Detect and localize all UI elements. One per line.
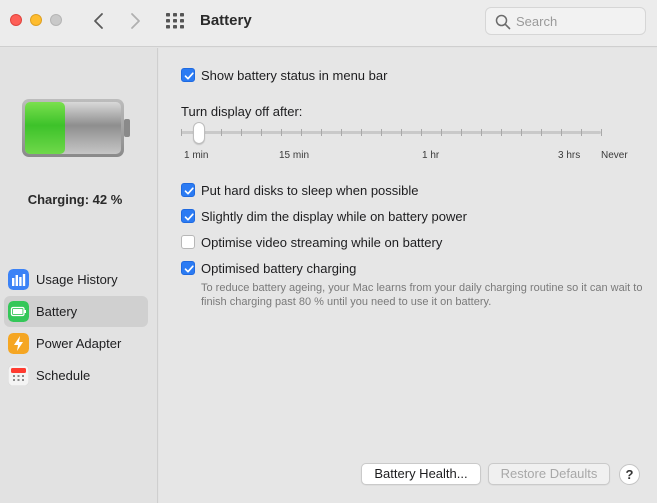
slider-tick xyxy=(261,129,262,136)
battery-icon xyxy=(8,301,29,322)
title-bar: Battery Search xyxy=(0,0,657,47)
sidebar-item-label: Usage History xyxy=(36,272,118,287)
bar-chart-icon xyxy=(8,269,29,290)
minimize-button[interactable] xyxy=(30,14,42,26)
window-title: Battery xyxy=(200,12,252,29)
slider-track xyxy=(181,131,601,134)
back-button[interactable] xyxy=(89,11,109,31)
tick-label-15-min: 15 min xyxy=(279,150,310,161)
optimised-charging-checkbox[interactable] xyxy=(181,261,195,275)
video-streaming-checkbox[interactable] xyxy=(181,235,195,249)
forward-button[interactable] xyxy=(125,11,145,31)
checkmark-icon xyxy=(184,265,194,273)
slider-tick xyxy=(441,129,442,136)
battery-settings-pane: Show battery status in menu bar Turn dis… xyxy=(159,48,657,503)
search-placeholder: Search xyxy=(516,14,558,29)
sidebar-item-label: Battery xyxy=(36,304,78,319)
show-status-label: Show battery status in menu bar xyxy=(201,68,388,83)
video-streaming-label: Optimise video streaming while on batter… xyxy=(201,235,443,250)
disk-sleep-label: Put hard disks to sleep when possible xyxy=(201,183,419,198)
chevron-left-icon xyxy=(94,13,103,29)
slider-tick xyxy=(301,129,302,136)
checkmark-icon xyxy=(184,187,194,195)
checkmark-icon xyxy=(184,72,194,80)
dim-display-checkbox[interactable] xyxy=(181,209,195,223)
battery-health-button[interactable]: Battery Health... xyxy=(361,463,481,485)
search-field[interactable]: Search xyxy=(485,7,646,35)
charging-status: Charging: 42 % xyxy=(27,192,123,207)
battery-level-graphic xyxy=(22,99,130,157)
slider-tick xyxy=(481,129,482,136)
slider-tick xyxy=(241,129,242,136)
sidebar-item-battery[interactable]: Battery xyxy=(4,296,148,327)
slider-tick xyxy=(421,129,422,136)
slider-tick xyxy=(181,129,182,136)
restore-defaults-button[interactable]: Restore Defaults xyxy=(488,463,610,485)
grid-icon xyxy=(166,13,184,29)
optimised-charging-label: Optimised battery charging xyxy=(201,261,357,276)
show-status-checkbox[interactable] xyxy=(181,68,195,82)
preferences-window: Battery Search Charging: 42 % Usage Hist… xyxy=(0,0,657,503)
sidebar: Charging: 42 % Usage History Battery Pow… xyxy=(0,48,158,503)
sidebar-item-power-adapter[interactable]: Power Adapter xyxy=(4,328,148,359)
tick-label-1-hr: 1 hr xyxy=(422,150,440,161)
slider-tick xyxy=(401,129,402,136)
tick-label-3-hrs: 3 hrs xyxy=(558,150,581,161)
search-icon xyxy=(495,14,511,30)
slider-tick xyxy=(521,129,522,136)
slider-tick xyxy=(581,129,582,136)
help-button[interactable]: ? xyxy=(619,464,640,485)
slider-tick xyxy=(321,129,322,136)
slider-tick xyxy=(561,129,562,136)
slider-tick xyxy=(361,129,362,136)
calendar-icon xyxy=(8,365,29,386)
slider-tick xyxy=(281,129,282,136)
slider-tick xyxy=(221,129,222,136)
tick-label-never: Never xyxy=(601,150,628,161)
display-off-label: Turn display off after: xyxy=(181,104,303,119)
disk-sleep-checkbox[interactable] xyxy=(181,183,195,197)
slider-tick xyxy=(501,129,502,136)
sidebar-item-schedule[interactable]: Schedule xyxy=(4,360,148,391)
slider-tick xyxy=(381,129,382,136)
close-button[interactable] xyxy=(10,14,22,26)
slider-tick xyxy=(601,129,602,136)
show-all-button[interactable] xyxy=(166,13,184,29)
zoom-button[interactable] xyxy=(50,14,62,26)
checkmark-icon xyxy=(184,213,194,221)
tick-label-1-min: 1 min xyxy=(184,150,209,161)
slider-tick xyxy=(341,129,342,136)
sidebar-item-usage-history[interactable]: Usage History xyxy=(4,264,148,295)
slider-knob[interactable] xyxy=(193,122,205,144)
sidebar-item-label: Schedule xyxy=(36,368,91,383)
slider-tick xyxy=(461,129,462,136)
dim-display-label: Slightly dim the display while on batter… xyxy=(201,209,467,224)
sidebar-item-label: Power Adapter xyxy=(36,336,122,351)
slider-tick xyxy=(541,129,542,136)
lightning-icon xyxy=(8,333,29,354)
optimised-charging-description: To reduce battery ageing, your Mac learn… xyxy=(201,282,643,308)
chevron-right-icon xyxy=(131,13,140,29)
